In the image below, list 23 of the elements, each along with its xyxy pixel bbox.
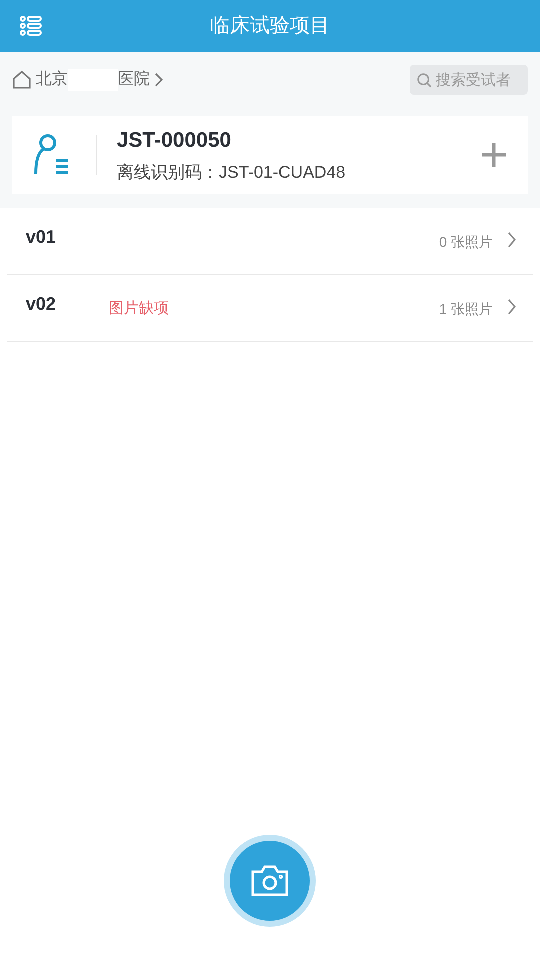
photo-count: 1 张照片 bbox=[439, 300, 493, 319]
camera-icon bbox=[250, 864, 290, 898]
hospital-breadcrumb[interactable]: 北京 医院 bbox=[12, 68, 164, 92]
breadcrumb-text: 医院 bbox=[118, 70, 150, 90]
search-field[interactable]: 搜索受试者 bbox=[410, 65, 528, 95]
search-icon bbox=[417, 73, 432, 88]
visit-name: v02 bbox=[26, 293, 56, 316]
add-button[interactable] bbox=[480, 141, 508, 169]
camera-button[interactable] bbox=[230, 841, 310, 921]
visit-name: v01 bbox=[26, 226, 56, 249]
photo-count: 0 张照片 bbox=[439, 233, 493, 252]
chevron-right-icon bbox=[507, 232, 517, 248]
chevron-right-icon bbox=[507, 299, 517, 315]
offline-code: 离线识别码：JST-01-CUAD48 bbox=[117, 162, 347, 184]
menu-icon[interactable] bbox=[20, 15, 42, 37]
missing-warning: 图片缺项 bbox=[109, 299, 169, 319]
plus-icon bbox=[481, 142, 507, 168]
page-title: 临床试验项目 bbox=[210, 14, 330, 39]
subject-id: JST-000050 bbox=[117, 128, 232, 154]
chevron-right-icon bbox=[154, 73, 164, 87]
breadcrumb-text: 北京 bbox=[36, 70, 68, 90]
home-icon bbox=[12, 70, 32, 90]
visit-row[interactable]: v01 0 张照片 bbox=[7, 208, 533, 275]
